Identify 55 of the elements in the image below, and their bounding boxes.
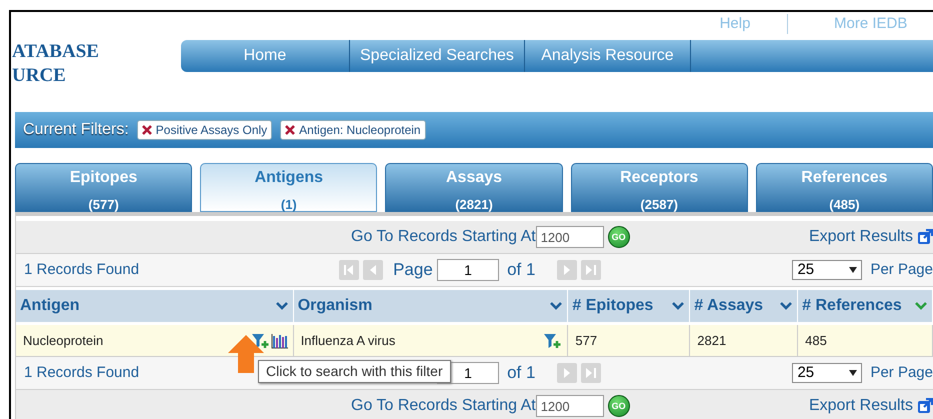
column-header[interactable]: Antigen <box>16 290 294 322</box>
filters-label: Current Filters: <box>23 120 129 140</box>
logo-text: ATABASE URCE <box>12 40 99 88</box>
remove-icon[interactable] <box>285 125 296 135</box>
export-results-link[interactable]: Export Results <box>808 394 933 418</box>
sort-chevron-icon[interactable] <box>549 301 564 311</box>
table-cell-text: Influenza A virus <box>300 332 396 350</box>
go-to-records-label: Go To Records Starting At <box>351 227 536 247</box>
nav-item[interactable]: Analysis Resource <box>524 40 691 72</box>
tab[interactable]: Epitopes (577) <box>15 163 192 212</box>
external-link-icon <box>917 229 933 245</box>
filter-add-icon[interactable] <box>543 332 564 348</box>
table-cell-text: Nucleoprotein <box>23 332 104 350</box>
column-header[interactable]: # Assays <box>690 290 798 322</box>
nav-item[interactable]: Specialized Searches <box>350 40 525 72</box>
sort-chevron-icon[interactable] <box>671 301 686 311</box>
column-header[interactable]: # References <box>798 290 933 322</box>
external-link-icon <box>917 398 933 414</box>
tab[interactable]: Assays (2821) <box>385 163 563 212</box>
remove-icon[interactable] <box>142 125 152 135</box>
bar-chart-icon[interactable] <box>270 332 289 348</box>
start-record-field[interactable]: 1200 <box>536 395 604 417</box>
per-page-label: Per Page <box>870 260 933 280</box>
tooltip: Click to search with this filter <box>258 360 451 383</box>
go-button[interactable]: GO <box>608 226 630 248</box>
tab[interactable]: References (485) <box>756 163 933 212</box>
dropdown-triangle-icon <box>849 370 858 376</box>
pointer-arrow-icon <box>228 335 264 373</box>
page-label: Page <box>393 260 433 279</box>
per-page-select[interactable]: 25 <box>792 363 862 383</box>
per-page-label: Per Page <box>870 362 933 383</box>
sort-chevron-icon[interactable] <box>914 301 928 311</box>
per-page-select[interactable]: 25 <box>792 260 862 280</box>
sort-chevron-icon[interactable] <box>779 301 794 311</box>
table-cell-text: 577 <box>575 332 598 350</box>
start-record-field[interactable]: 1200 <box>536 226 604 248</box>
page-count-label: of 1 <box>507 362 536 384</box>
export-results-link[interactable]: Export Results <box>808 225 933 249</box>
go-to-records-label: Go To Records Starting At <box>351 396 536 416</box>
dropdown-triangle-icon <box>849 267 858 273</box>
nav-item[interactable]: Home <box>180 40 350 72</box>
table-cell-text: 2821 <box>697 332 726 350</box>
filter-add-icon[interactable] <box>250 332 271 348</box>
tab[interactable]: Receptors (2587) <box>570 163 748 212</box>
page-number-field[interactable]: 1 <box>437 259 500 281</box>
column-header[interactable]: # Epitopes <box>568 290 690 322</box>
tab[interactable]: Antigens (1) <box>200 163 378 212</box>
table-cell-text: 485 <box>805 332 827 350</box>
records-found-label: 1 Records Found <box>24 260 140 280</box>
column-header[interactable]: Organism <box>294 290 568 322</box>
page-count-label: of 1 <box>507 259 536 282</box>
filter-chip[interactable]: Antigen: Nucleoprotein <box>280 120 426 140</box>
sort-chevron-icon[interactable] <box>274 301 289 311</box>
filter-chip[interactable]: Positive Assays Only <box>136 120 272 140</box>
records-found-label: 1 Records Found <box>24 362 140 383</box>
